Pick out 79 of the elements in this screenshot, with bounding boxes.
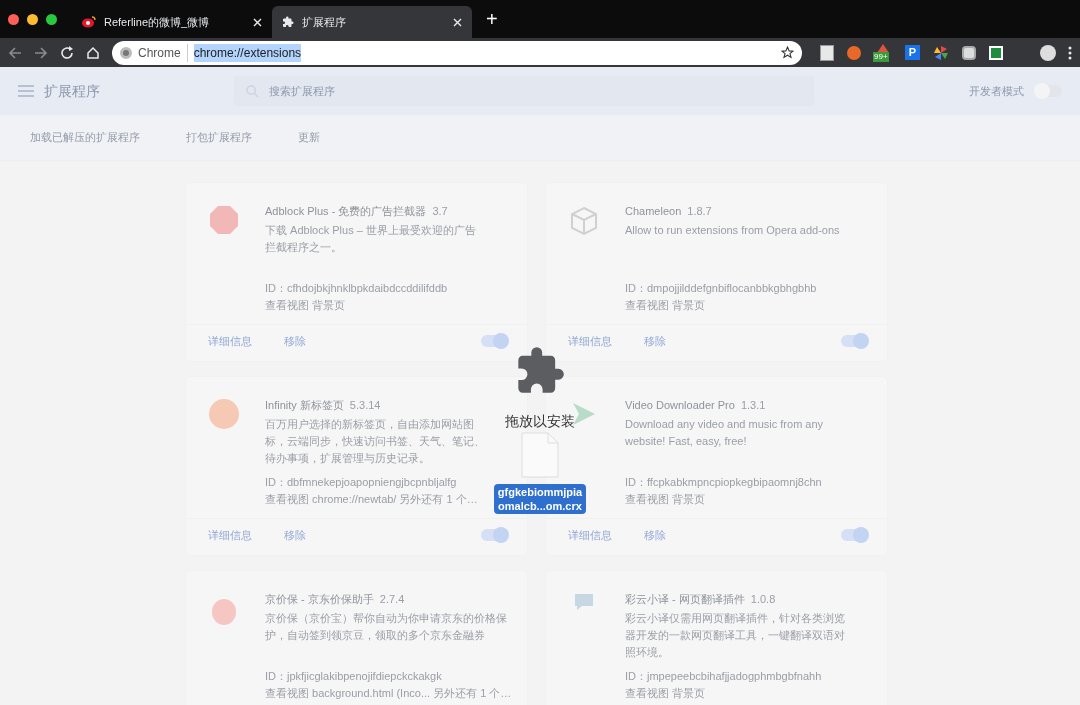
tab-title: 扩展程序 (302, 14, 347, 30)
extension-description: Allow to run extensions from Opera add-ons (625, 223, 841, 238)
extension-description: 百万用户选择的新标签页，自由添加网站图标，云端同步，快速访问书签、天气、笔记、待办事项，扩展管理与历史记录。 (265, 417, 485, 466)
extension-name: Chameleon (625, 204, 682, 219)
page-icon[interactable] (820, 44, 834, 61)
inspect-views: 查看视图 背景页 (625, 492, 707, 507)
tab-title: Referline的微博_微博 (104, 14, 211, 30)
letter-icon[interactable]: P (905, 45, 920, 60)
minimize-window-button[interactable] (27, 13, 38, 25)
extension-name: Infinity 新标签页 (265, 398, 344, 413)
remove-button[interactable]: 移除 (282, 526, 308, 543)
details-button[interactable]: 详细信息 (206, 332, 254, 349)
enable-toggle[interactable] (841, 528, 867, 541)
inspect-views: 查看视图 背景页 (265, 298, 347, 313)
extension-id: ID：cfhdojbkjhnklbpkdaibdccddilifddb (265, 281, 449, 296)
pinwheel-icon[interactable] (933, 44, 949, 61)
close-icon[interactable] (253, 17, 262, 27)
browser-tab[interactable]: Referline的微博_微博 (72, 6, 272, 38)
toolbar-button[interactable]: 更新 (292, 129, 326, 146)
avatar-icon[interactable] (1040, 44, 1056, 61)
search-input[interactable]: 搜索扩展程序 (269, 82, 802, 100)
drop-to-install-label: 拖放以安装 (505, 412, 575, 431)
reload-icon[interactable] (60, 45, 74, 60)
puzzle-icon (282, 16, 294, 28)
toolbar-button[interactable]: 加载已解压的扩展程序 (24, 129, 146, 146)
extension-description: 彩云小译仅需用网页翻译插件，针对各类浏览器开发的一款网页翻译工具，一键翻译双语对照环境。 (625, 611, 845, 660)
toolbar-button[interactable]: 打包扩展程序 (180, 129, 258, 146)
extension-id: ID：jpkfjicglakibpenojifdiepckckakgk (265, 669, 443, 684)
address-bar[interactable]: Chrome chrome://extensions (112, 40, 802, 65)
page-title: 扩展程序 (44, 81, 101, 101)
details-button[interactable]: 详细信息 (566, 332, 614, 349)
version-label: 3.7 (432, 204, 448, 219)
flag-icon[interactable] (989, 45, 1003, 60)
star-icon[interactable] (781, 46, 794, 59)
extension-name: Video Downloader Pro (625, 398, 735, 413)
inspect-views: 查看视图 背景页 (625, 298, 707, 313)
version-label: 1.3.1 (740, 398, 766, 413)
forward-icon[interactable] (34, 45, 48, 60)
search-field[interactable]: 搜索扩展程序 (234, 76, 814, 106)
inspect-views: 查看视图 chrome://newtab/ 另外还有 1 个… (265, 492, 479, 507)
extension-name: Adblock Plus - 免费的广告拦截器 (265, 204, 427, 219)
chrome-logo-icon (120, 46, 132, 59)
home-icon[interactable] (86, 45, 100, 60)
extension-id: ID：jmpepeebcbihafjjadogphmbgbfnahh (625, 669, 823, 684)
enable-toggle[interactable] (841, 334, 867, 347)
new-tab-button[interactable]: + (486, 9, 498, 29)
inspect-views: 查看视图 背景页 (625, 686, 707, 701)
details-button[interactable]: 详细信息 (566, 526, 614, 543)
eye-logo-icon (82, 16, 96, 28)
extension-id: ID：dmpojjilddefgnbiflocanbbkgbhgbhb (625, 281, 818, 296)
extension-name: 京价保 - 京东价保助手 (265, 592, 374, 607)
menu-icon[interactable] (1068, 45, 1072, 60)
zoom-window-button[interactable] (46, 13, 57, 25)
remove-button[interactable]: 移除 (282, 332, 308, 349)
remove-button[interactable]: 移除 (642, 332, 668, 349)
close-icon[interactable] (453, 17, 462, 27)
details-button[interactable]: 详细信息 (206, 526, 254, 543)
back-icon[interactable] (8, 45, 22, 60)
browser-tab[interactable]: 扩展程序 (272, 6, 472, 38)
extension-description: 京价保（京价宝）帮你自动为你申请京东的价格保护，自动签到领京豆，领取的多个京东金融券 (265, 611, 508, 643)
version-label: 2.7.4 (379, 592, 405, 607)
developer-mode-label: 开发者模式 (969, 83, 1024, 99)
version-label: 5.3.14 (349, 398, 381, 413)
inspect-views: 查看视图 background.html (Inco... 另外还有 1 个… (265, 686, 512, 701)
extension-description: 下载 Adblock Plus – 世界上最受欢迎的广告拦截程序之一。 (265, 223, 477, 255)
count-badge: 99+ (873, 51, 889, 62)
extension-description: Download any video and music from any website! Fast, easy, free! (625, 417, 825, 449)
version-label: 1.8.7 (687, 204, 712, 219)
extension-id: ID：dbfmnekepjoapopniengjbcpnbljalfg (265, 475, 458, 490)
enable-toggle[interactable] (481, 528, 507, 541)
site-label: Chrome (138, 43, 188, 62)
close-window-button[interactable] (8, 13, 19, 25)
file-name-tooltip: gfgkebiommjpiaomalcb...om.crx (494, 484, 586, 514)
url-text: chrome://extensions (193, 43, 302, 62)
extension-id: ID：ffcpkabkmpncpiopkegbipaomnj8chn (625, 475, 823, 490)
remove-button[interactable]: 移除 (642, 526, 668, 543)
enable-toggle[interactable] (481, 334, 507, 347)
version-label: 1.0.8 (750, 592, 776, 607)
extension-name: 彩云小译 - 网页翻译插件 (625, 592, 745, 607)
